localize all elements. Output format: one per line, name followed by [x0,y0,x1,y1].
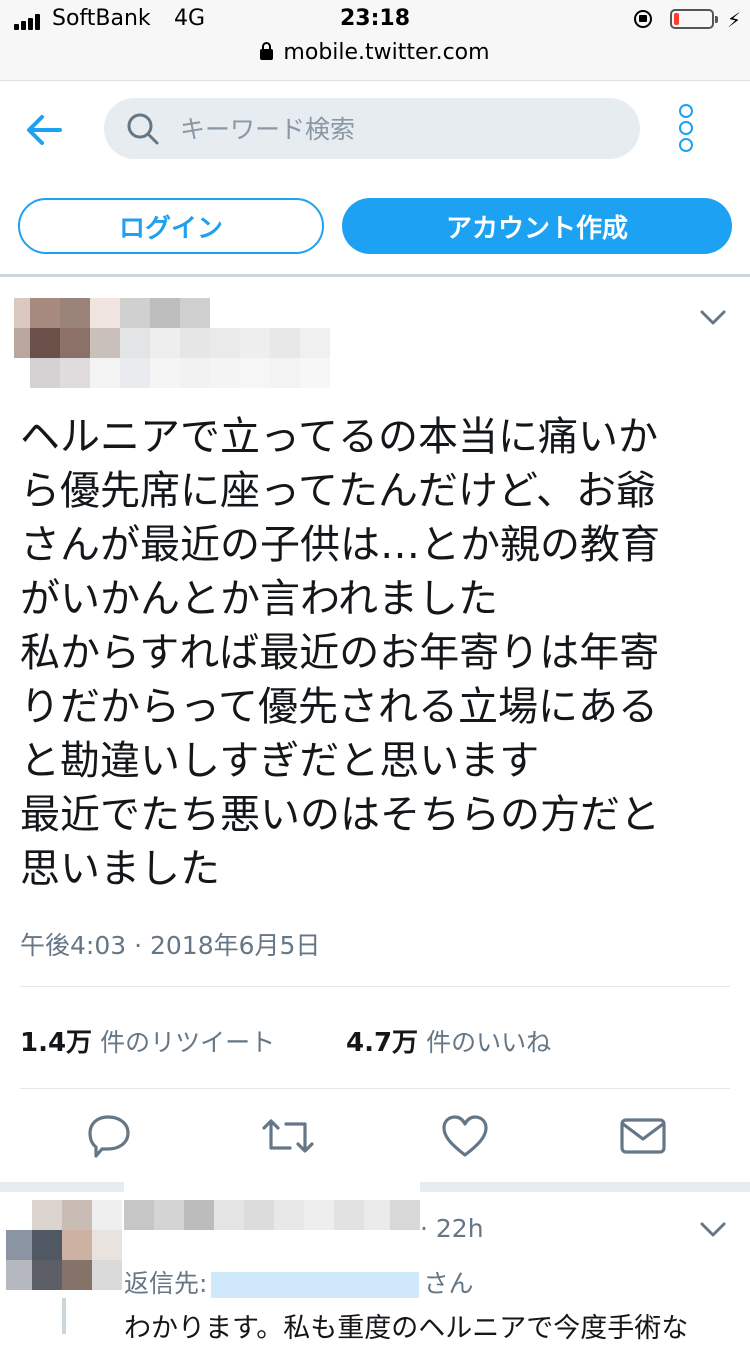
arrow-left-icon[interactable] [24,110,64,150]
divider [0,274,750,277]
search-bar[interactable] [104,98,640,159]
reply-to: 返信先: さん [124,1264,473,1300]
status-bar: SoftBank 4G 23:18 mobile.twitter.com ⚡ [0,0,750,81]
tweet-text: ヘルニアで立ってるの本当に痛いか ら優先席に座ってたんだけど、お爺 さんが最近の… [20,414,660,892]
divider [20,1088,730,1089]
like-icon[interactable] [440,1112,490,1160]
direct-message-icon[interactable] [618,1112,668,1160]
retweet-icon[interactable] [260,1112,316,1160]
retweet-count: 1.4万 [20,1028,93,1058]
reply-time: · 22h [420,1214,484,1243]
reply-text: わかります。私も重度のヘルニアで今度手術な [124,1313,689,1344]
reply-to-prefix: 返信先: [124,1269,208,1298]
blurred-username[interactable] [124,1180,420,1248]
tweet-timestamp[interactable]: 午後4:03 · 2018年6月5日 [20,926,320,962]
blurred-mention[interactable] [211,1272,420,1298]
battery-icon [670,9,718,29]
search-icon [127,113,159,145]
signup-button[interactable]: アカウント作成 [342,198,732,254]
reply-to-suffix: さん [423,1269,474,1298]
blurred-author[interactable] [14,298,334,390]
search-input[interactable] [178,108,622,150]
reply-icon[interactable] [84,1112,134,1160]
chevron-down-icon[interactable] [700,1222,726,1238]
lock-icon [260,42,274,60]
like-stats[interactable]: 4.7万 件のいいね [346,1022,551,1059]
blurred-avatar[interactable] [6,1200,122,1292]
like-count: 4.7万 [346,1028,419,1058]
battery-fill [674,13,679,25]
login-button[interactable]: ログイン [18,198,324,254]
like-label: 件のいいね [426,1028,552,1057]
more-vertical-icon[interactable] [676,104,694,154]
thread-line [62,1298,66,1334]
chevron-down-icon[interactable] [700,310,726,326]
retweet-stats[interactable]: 1.4万 件のリツイート [20,1022,275,1059]
divider [20,986,730,987]
retweet-label: 件のリツイート [100,1028,276,1057]
url-bar[interactable]: mobile.twitter.com [0,40,750,65]
rotation-lock-icon [634,10,652,28]
url-text: mobile.twitter.com [283,40,490,65]
charging-icon: ⚡ [727,8,742,32]
